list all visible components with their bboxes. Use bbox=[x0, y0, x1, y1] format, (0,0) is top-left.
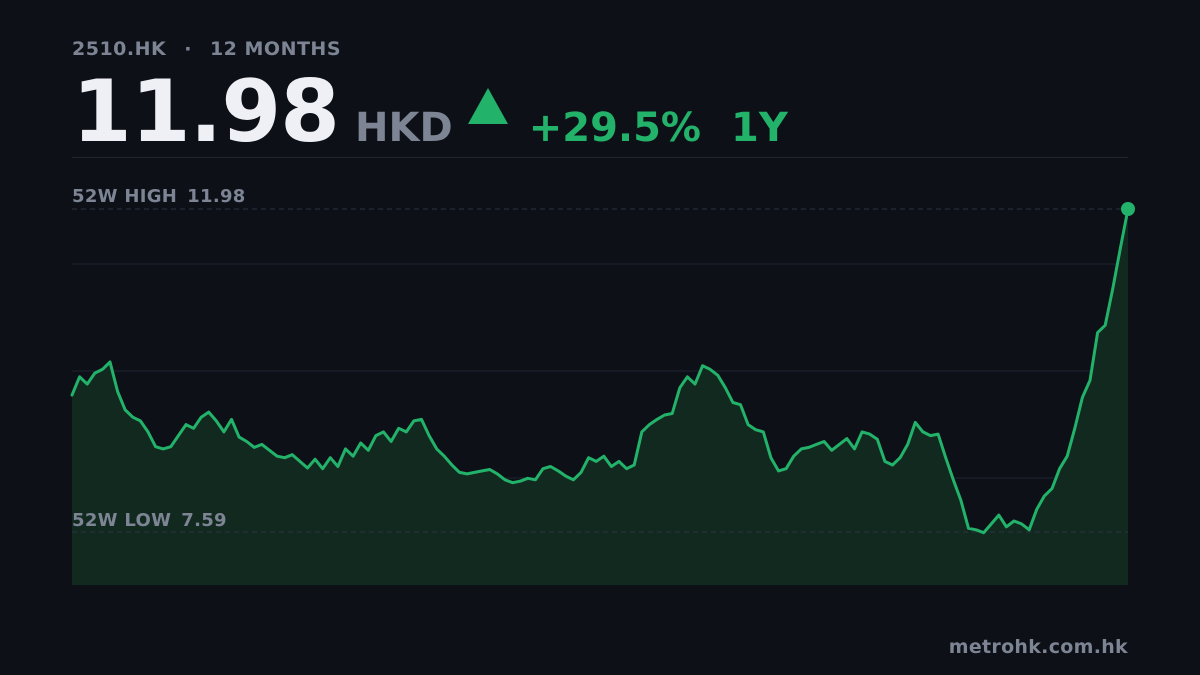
low-label-text: 52W LOW bbox=[72, 510, 172, 531]
high-label-text: 52W HIGH bbox=[72, 186, 178, 207]
price-chart bbox=[70, 202, 1135, 585]
high-reference-label: 52W HIGH 11.98 bbox=[72, 186, 246, 207]
low-reference-label: 52W LOW 7.59 bbox=[72, 510, 227, 531]
source-brand: metrohk.com.hk bbox=[948, 636, 1128, 658]
high-value: 11.98 bbox=[187, 186, 246, 207]
low-value: 7.59 bbox=[181, 510, 227, 531]
latest-price-point bbox=[1121, 202, 1135, 216]
